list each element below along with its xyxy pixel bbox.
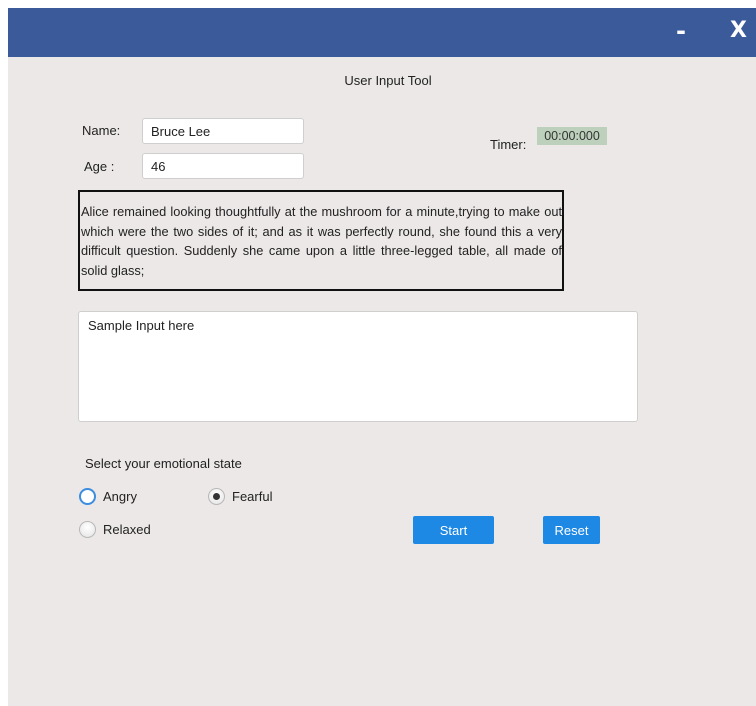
start-button[interactable]: Start (413, 516, 494, 544)
app-title: User Input Tool (344, 73, 432, 88)
emotion-prompt: Select your emotional state (85, 456, 242, 471)
name-label: Name: (82, 123, 121, 138)
timer-label: Timer: (490, 137, 527, 152)
radio-label-fearful: Fearful (232, 489, 273, 504)
radio-label-angry: Angry (103, 489, 137, 504)
sample-input-area[interactable]: Sample Input here (78, 311, 638, 422)
radio-button-fearful[interactable] (208, 488, 225, 505)
minimize-button[interactable]: - (676, 16, 686, 46)
close-button[interactable]: X (730, 16, 747, 46)
radio-angry[interactable]: Angry (79, 488, 137, 505)
radio-button-relaxed[interactable] (79, 521, 96, 538)
reset-button[interactable]: Reset (543, 516, 600, 544)
timer-display: 00:00:000 (537, 127, 607, 145)
radio-label-relaxed: Relaxed (103, 522, 151, 537)
age-field[interactable] (142, 153, 304, 179)
reference-passage: Alice remained looking thoughtfully at t… (78, 190, 564, 291)
title-bar[interactable]: - X (8, 8, 756, 57)
radio-button-angry[interactable] (79, 488, 96, 505)
age-label: Age : (84, 159, 115, 174)
radio-relaxed[interactable]: Relaxed (79, 521, 151, 538)
radio-fearful[interactable]: Fearful (208, 488, 272, 505)
name-field[interactable] (142, 118, 304, 144)
